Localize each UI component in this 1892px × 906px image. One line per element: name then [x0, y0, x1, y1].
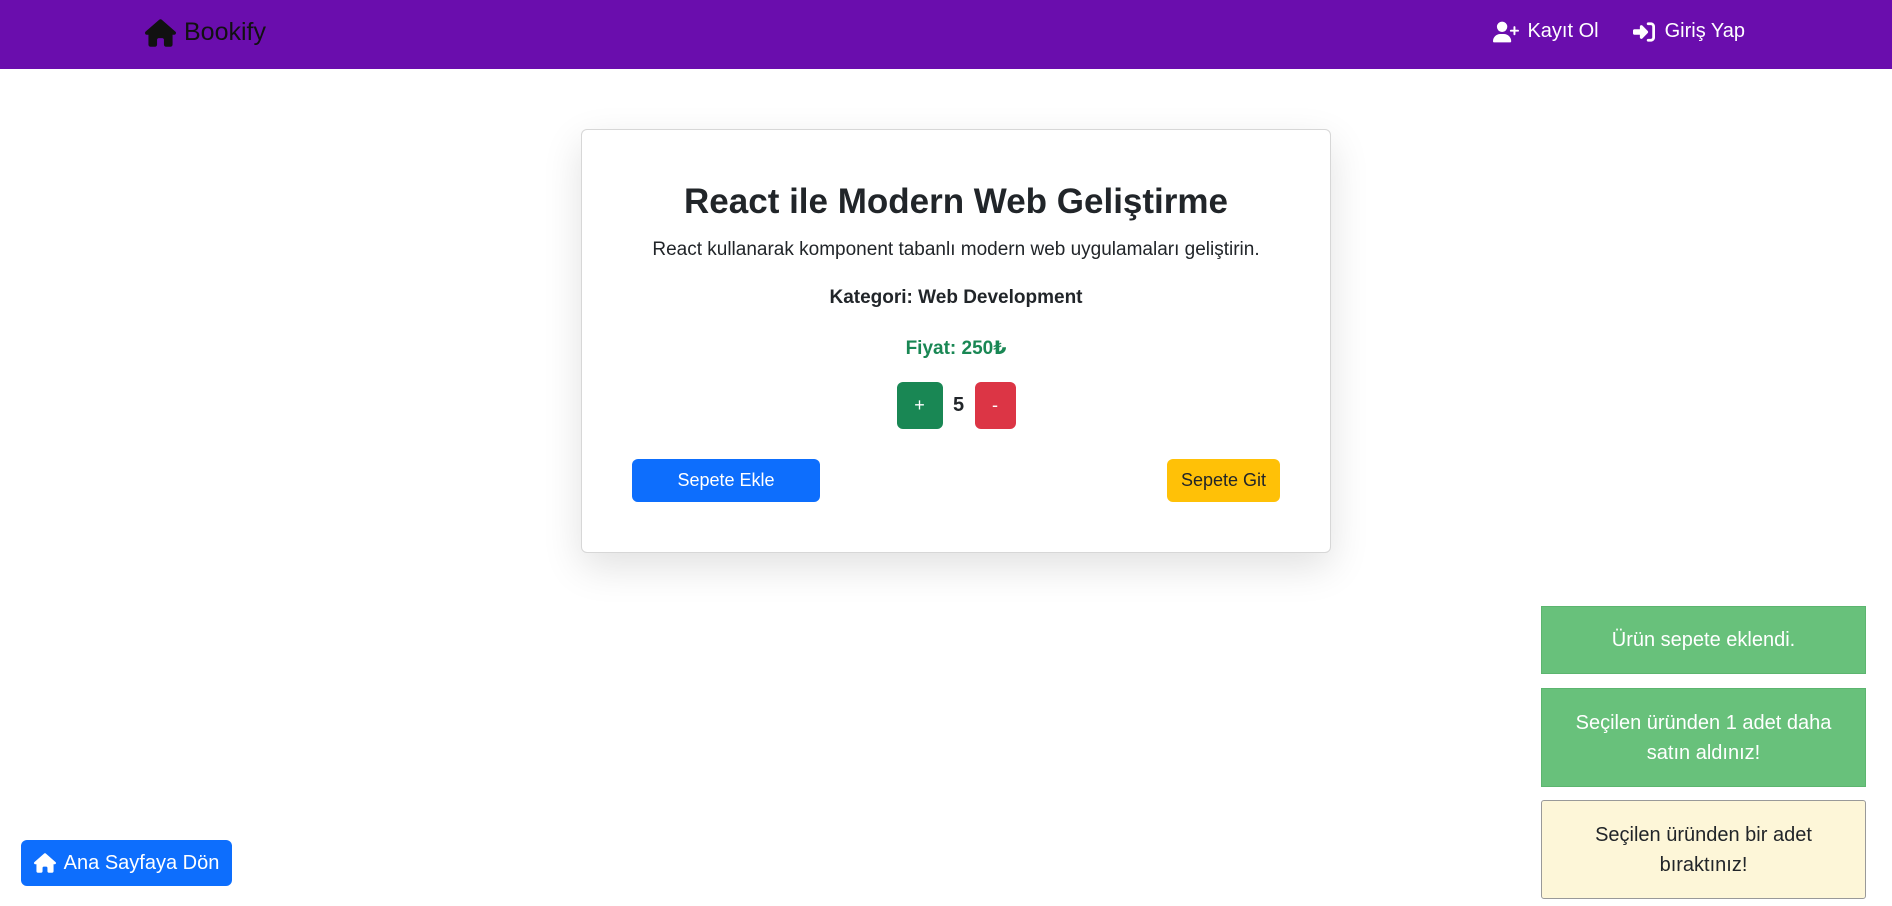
product-description: React kullanarak komponent tabanlı moder…	[652, 239, 1260, 260]
toast-warning[interactable]: Seçilen üründen bir adet bıraktınız!	[1541, 800, 1866, 899]
add-to-cart-button[interactable]: Sepete Ekle	[632, 459, 820, 502]
home-icon	[33, 853, 56, 873]
login-link[interactable]: Giriş Yap	[1631, 20, 1745, 43]
home-icon	[145, 18, 176, 47]
product-price: Fiyat: 250₺	[905, 338, 1007, 359]
toast-success[interactable]: Ürün sepete eklendi.	[1541, 606, 1866, 674]
brand-link[interactable]: Bookify	[145, 18, 266, 47]
back-to-home-label: Ana Sayfaya Dön	[63, 851, 220, 874]
toast-message: Ürün sepete eklendi.	[1611, 629, 1796, 651]
brand-name: Bookify	[184, 18, 266, 46]
go-to-cart-button[interactable]: Sepete Git	[1167, 459, 1280, 502]
login-label: Giriş Yap	[1664, 20, 1745, 42]
quantity-value: 5	[952, 394, 965, 416]
navbar: Bookify Kayıt Ol Giriş Yap	[0, 0, 1892, 69]
toast-message: Seçilen üründen bir adet bıraktınız!	[1595, 823, 1812, 876]
back-to-home-button[interactable]: Ana Sayfaya Dön	[21, 840, 232, 886]
quantity-stepper: + 5 -	[582, 382, 1330, 429]
register-link[interactable]: Kayıt Ol	[1493, 20, 1599, 43]
toast-message: Seçilen üründen 1 adet daha satın aldını…	[1575, 711, 1832, 764]
toast-success[interactable]: Seçilen üründen 1 adet daha satın aldını…	[1541, 688, 1866, 787]
product-card: React ile Modern Web Geliştirme React ku…	[581, 129, 1331, 553]
user-plus-icon	[1493, 21, 1520, 42]
nav-links: Kayıt Ol Giriş Yap	[1493, 20, 1745, 43]
sign-in-icon	[1632, 21, 1655, 42]
increase-quantity-button[interactable]: +	[896, 382, 943, 429]
product-title: React ile Modern Web Geliştirme	[684, 182, 1228, 221]
decrease-quantity-button[interactable]: -	[974, 382, 1016, 429]
register-label: Kayıt Ol	[1527, 20, 1599, 42]
product-category: Kategori: Web Development	[829, 287, 1083, 308]
